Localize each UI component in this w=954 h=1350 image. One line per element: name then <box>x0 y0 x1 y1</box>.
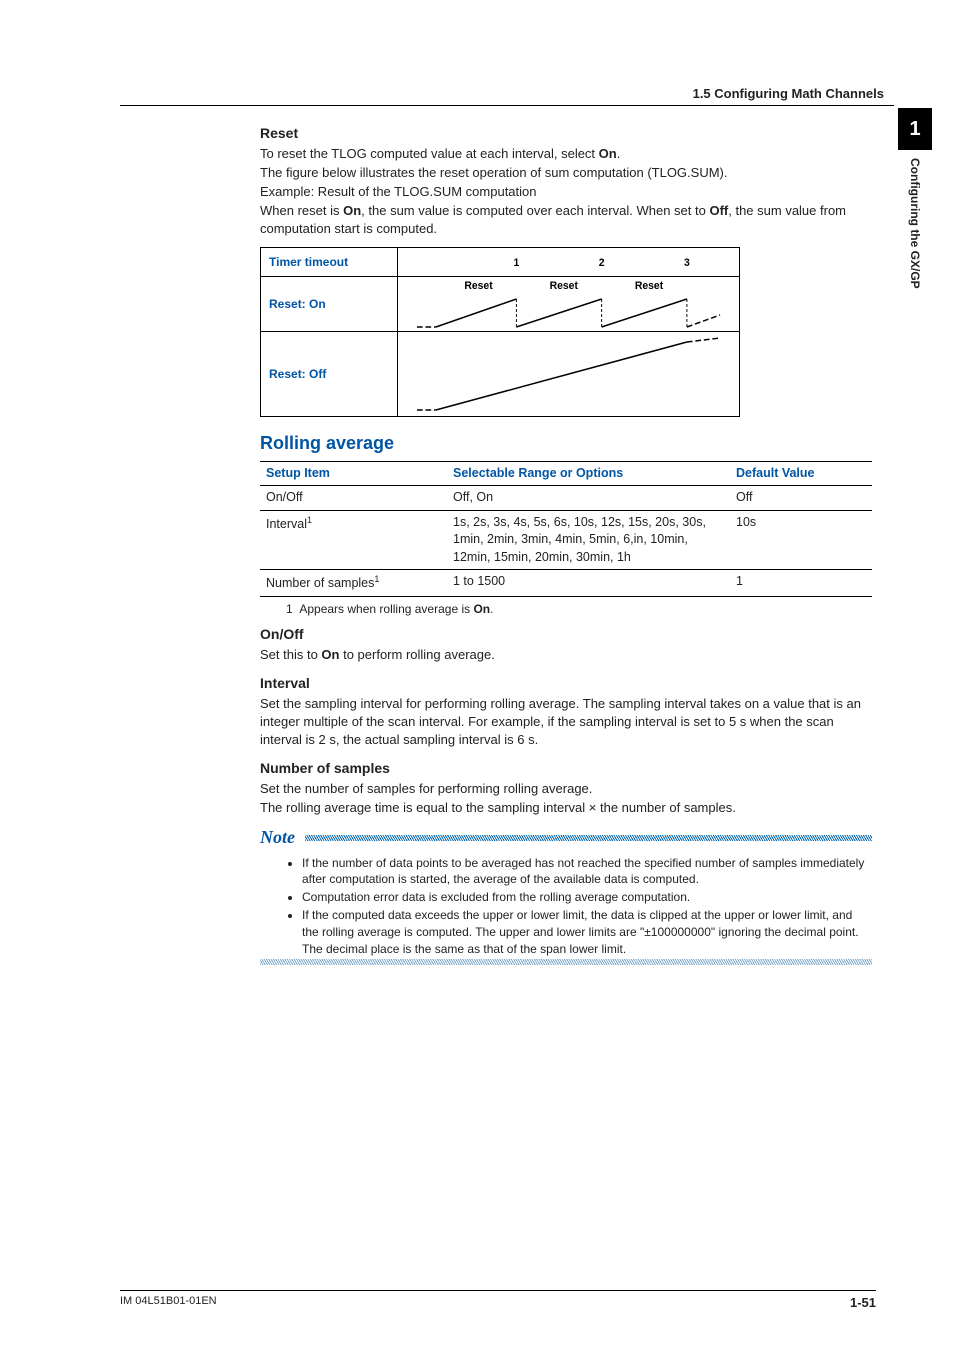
note-item: Computation error data is excluded from … <box>302 889 872 906</box>
diagram-row-on-label: Reset: On <box>261 277 398 332</box>
table-cell: 1 <box>730 570 872 597</box>
main-content: Reset To reset the TLOG computed value a… <box>260 124 872 965</box>
interval-heading: Interval <box>260 674 872 694</box>
reset-p3: Example: Result of the TLOG.SUM computat… <box>260 183 872 201</box>
note-title: Note <box>260 825 301 850</box>
diagram-off-cell <box>398 332 740 417</box>
reset-p4: When reset is On, the sum value is compu… <box>260 202 872 238</box>
diagram-row-off-label: Reset: Off <box>261 332 398 417</box>
reset-heading: Reset <box>260 124 872 144</box>
diagram-row-timer-label: Timer timeout <box>261 247 398 277</box>
rolling-average-table: Setup Item Selectable Range or Options D… <box>260 461 872 597</box>
rolling-average-heading: Rolling average <box>260 431 872 456</box>
reset-diagram: Timer timeout 1 2 3 Reset: On Reset Rese… <box>260 247 740 418</box>
footer-page-number: 1-51 <box>850 1295 876 1310</box>
table-header-default: Default Value <box>730 461 872 486</box>
running-header: 1.5 Configuring Math Channels <box>120 86 884 101</box>
reset-p2: The figure below illustrates the reset o… <box>260 164 872 182</box>
samples-text-2: The rolling average time is equal to the… <box>260 799 872 817</box>
footer-doc-id: IM 04L51B01-01EN <box>120 1295 217 1310</box>
diagram-n2: 2 <box>599 257 605 269</box>
table-cell: 1 to 1500 <box>447 570 730 597</box>
table-header-options: Selectable Range or Options <box>447 461 730 486</box>
table-cell: 1s, 2s, 3s, 4s, 5s, 6s, 10s, 12s, 15s, 2… <box>447 510 730 570</box>
diagram-n1: 1 <box>514 257 520 269</box>
table-footnote: 1 Appears when rolling average is On. <box>286 601 872 618</box>
reset-p1: To reset the TLOG computed value at each… <box>260 145 872 163</box>
note-hatch-bottom <box>260 959 872 965</box>
note-item: If the number of data points to be avera… <box>302 855 872 889</box>
table-cell: On/Off <box>260 486 447 511</box>
table-cell: Off, On <box>447 486 730 511</box>
samples-heading: Number of samples <box>260 759 872 779</box>
header-rule <box>120 105 894 106</box>
table-cell: Off <box>730 486 872 511</box>
note-item: If the computed data exceeds the upper o… <box>302 907 872 957</box>
table-row: Number of samples1 1 to 1500 1 <box>260 570 872 597</box>
samples-text-1: Set the number of samples for performing… <box>260 780 872 798</box>
onoff-heading: On/Off <box>260 625 872 645</box>
svg-text:Reset: Reset <box>550 280 579 292</box>
table-cell: 10s <box>730 510 872 570</box>
diagram-on-cell: Reset Reset Reset <box>398 277 740 332</box>
table-header-item: Setup Item <box>260 461 447 486</box>
table-cell: Number of samples1 <box>260 570 447 597</box>
svg-text:Reset: Reset <box>635 280 664 292</box>
svg-text:Reset: Reset <box>464 280 493 292</box>
page-footer: IM 04L51B01-01EN 1-51 <box>120 1290 876 1310</box>
interval-text: Set the sampling interval for performing… <box>260 695 872 750</box>
note-box: Note If the number of data points to be … <box>260 825 872 965</box>
note-hatch-top <box>305 835 872 841</box>
table-row: On/Off Off, On Off <box>260 486 872 511</box>
diagram-header-cell: 1 2 3 <box>398 247 740 277</box>
table-cell: Interval1 <box>260 510 447 570</box>
onoff-text: Set this to On to perform rolling averag… <box>260 646 872 664</box>
table-row: Interval1 1s, 2s, 3s, 4s, 5s, 6s, 10s, 1… <box>260 510 872 570</box>
note-list: If the number of data points to be avera… <box>260 855 872 958</box>
diagram-n3: 3 <box>684 257 690 269</box>
